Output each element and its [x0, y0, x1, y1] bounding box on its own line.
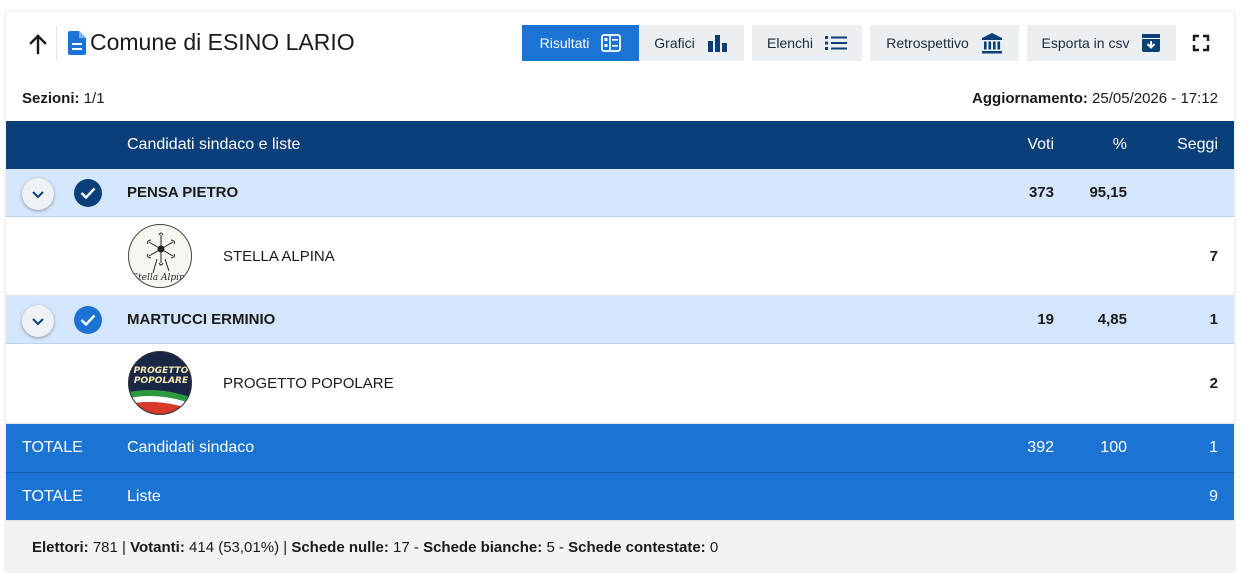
- check-circle-icon: [74, 179, 102, 207]
- total-perc: 100: [1100, 439, 1127, 456]
- total-seggi: 1: [1209, 439, 1218, 456]
- sezioni-value: 1/1: [83, 90, 105, 107]
- risultati-label: Risultati: [539, 35, 590, 51]
- list-row: PROGETTO POPOLARE PROGETTO POPOLARE 2: [6, 344, 1234, 424]
- total-desc: Liste: [127, 488, 161, 505]
- total-label: TOTALE: [22, 439, 83, 456]
- candidate-name: PENSA PIETRO: [127, 184, 239, 201]
- list-row: Stella Alpina STELLA ALPINA 7: [6, 217, 1234, 296]
- grafici-button[interactable]: Grafici: [639, 25, 744, 61]
- header-bar: Comune di ESINO LARIO Risultati Grafici …: [6, 12, 1234, 74]
- candidate-row[interactable]: MARTUCCI ERMINIO 19 4,85 1: [6, 296, 1234, 344]
- list-name: STELLA ALPINA: [223, 248, 335, 265]
- sezioni-label: Sezioni:: [22, 90, 80, 107]
- bank-icon: [981, 33, 1002, 54]
- arrow-up-icon[interactable]: [26, 32, 50, 56]
- total-label: TOTALE: [22, 488, 83, 505]
- progetto-popolare-logo: PROGETTO POPOLARE: [128, 351, 192, 415]
- table-icon: [601, 34, 622, 52]
- sezioni-info: Sezioni: 1/1: [22, 90, 105, 107]
- contestate-value: 0: [709, 539, 719, 556]
- grafici-label: Grafici: [654, 35, 695, 51]
- stella-alpina-logo: Stella Alpina: [128, 224, 192, 288]
- header-divider: [56, 26, 57, 60]
- fullscreen-icon[interactable]: [1192, 34, 1210, 52]
- retrospettivo-button[interactable]: Retrospettivo: [870, 25, 1019, 61]
- document-icon: [68, 31, 86, 55]
- esporta-csv-button[interactable]: Esporta in csv: [1027, 25, 1176, 61]
- stella-logo-text: Stella Alpina: [132, 273, 190, 283]
- list-seggi: 7: [1209, 248, 1218, 265]
- risultati-button[interactable]: Risultati: [522, 25, 639, 61]
- retrospettivo-label: Retrospettivo: [886, 35, 969, 51]
- elettori-label: Elettori:: [32, 539, 89, 556]
- aggiornamento-value: 25/05/2026 - 17:12: [1092, 90, 1218, 107]
- total-row-candidati: TOTALE Candidati sindaco 392 100 1: [6, 424, 1234, 472]
- aggiornamento-label: Aggiornamento:: [972, 90, 1088, 107]
- candidate-seggi: 1: [1209, 311, 1218, 328]
- nulle-value: 17: [393, 539, 410, 556]
- separator: -: [413, 539, 419, 556]
- total-voti: 392: [1027, 439, 1054, 456]
- list-name: PROGETTO POPOLARE: [223, 375, 394, 392]
- total-seggi: 9: [1209, 488, 1218, 505]
- expand-toggle[interactable]: [22, 178, 54, 210]
- progetto-logo-line1: PROGETTO: [134, 366, 189, 376]
- list-icon: [824, 36, 847, 50]
- contestate-label: Schede contestate:: [568, 539, 706, 556]
- expand-toggle[interactable]: [22, 305, 54, 337]
- progetto-logo-line2: POPOLARE: [134, 376, 189, 386]
- footer-summary: Elettori: 781 | Votanti: 414 (53,01%) | …: [6, 520, 1234, 573]
- candidate-voti: 373: [1028, 184, 1054, 201]
- header-perc: %: [1112, 136, 1127, 153]
- separator: -: [558, 539, 564, 556]
- bar-chart-icon: [707, 35, 727, 52]
- page-title: Comune di ESINO LARIO: [90, 29, 355, 55]
- candidate-perc: 4,85: [1097, 311, 1127, 328]
- check-circle-icon: [74, 306, 102, 334]
- footer-stats: Elettori: 781 | Votanti: 414 (53,01%) | …: [32, 539, 718, 556]
- bianche-value: 5: [546, 539, 555, 556]
- results-card: Comune di ESINO LARIO Risultati Grafici …: [6, 12, 1234, 573]
- chevron-down-icon: [32, 191, 44, 199]
- total-row-liste: TOTALE Liste 9: [6, 472, 1234, 520]
- votanti-label: Votanti:: [130, 539, 185, 556]
- total-desc: Candidati sindaco: [127, 439, 255, 456]
- candidate-perc: 95,15: [1089, 184, 1127, 201]
- elenchi-button[interactable]: Elenchi: [752, 25, 862, 61]
- separator: |: [283, 539, 288, 556]
- elenchi-label: Elenchi: [767, 35, 813, 51]
- separator: |: [122, 539, 126, 556]
- aggiornamento-info: Aggiornamento: 25/05/2026 - 17:12: [972, 90, 1218, 107]
- candidate-name: MARTUCCI ERMINIO: [127, 311, 276, 328]
- elettori-value: 781: [92, 539, 118, 556]
- download-box-icon: [1142, 34, 1161, 52]
- header-voti: Voti: [1027, 136, 1054, 153]
- candidate-row[interactable]: PENSA PIETRO 373 95,15: [6, 169, 1234, 217]
- nulle-label: Schede nulle:: [291, 539, 389, 556]
- chevron-down-icon: [32, 318, 44, 326]
- bianche-label: Schede bianche:: [423, 539, 543, 556]
- esporta-label: Esporta in csv: [1041, 35, 1130, 51]
- list-seggi: 2: [1209, 375, 1218, 392]
- header-candidati: Candidati sindaco e liste: [127, 136, 301, 153]
- table-header: Candidati sindaco e liste Voti % Seggi: [6, 121, 1234, 169]
- header-seggi: Seggi: [1177, 136, 1218, 153]
- votanti-value: 414 (53,01%): [189, 539, 280, 556]
- candidate-voti: 19: [1037, 311, 1054, 328]
